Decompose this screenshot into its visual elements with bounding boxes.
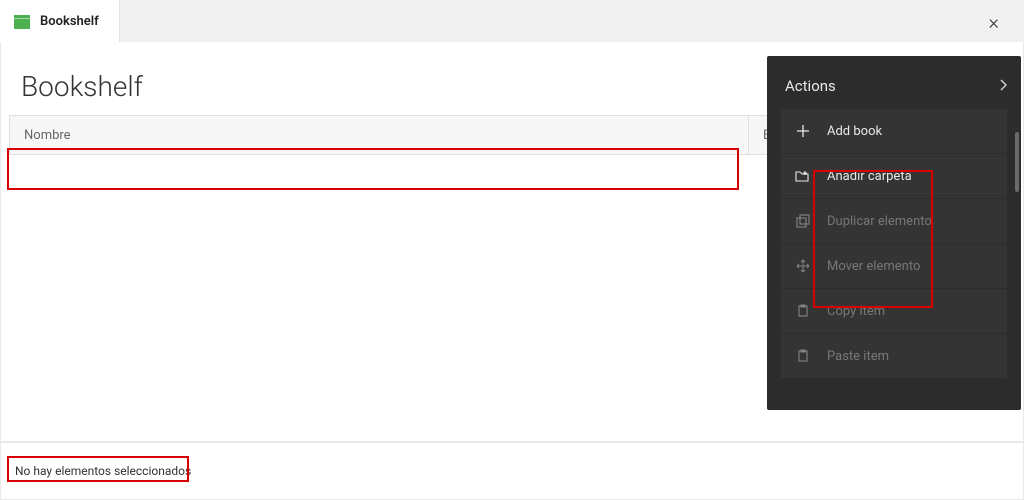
paste-icon [795, 348, 811, 364]
folder-plus-icon [795, 168, 811, 184]
action-label: Duplicar elemento [827, 214, 932, 229]
action-label: Añadir carpeta [827, 169, 912, 184]
copy-icon [795, 303, 811, 319]
chevron-right-icon [999, 76, 1007, 95]
action-label: Paste item [827, 349, 889, 364]
scrollbar[interactable] [1015, 132, 1019, 192]
action-copy: Copy item [781, 289, 1007, 333]
move-icon [795, 258, 811, 274]
plus-icon [795, 123, 811, 139]
action-duplicate: Duplicar elemento [781, 199, 1007, 243]
action-label: Copy item [827, 304, 885, 319]
action-label: Add book [827, 124, 882, 139]
duplicate-icon [795, 213, 811, 229]
column-header-name[interactable]: Nombre [10, 128, 748, 143]
status-text: No hay elementos seleccionados [15, 464, 191, 478]
actions-header[interactable]: Actions [767, 56, 1021, 109]
tab-bar: Bookshelf × [0, 0, 1024, 42]
action-label: Mover elemento [827, 259, 920, 274]
actions-title: Actions [785, 77, 836, 95]
page-title: Bookshelf [21, 70, 143, 103]
status-bar: No hay elementos seleccionados [0, 442, 1024, 500]
close-icon[interactable]: × [989, 12, 999, 32]
tab-title: Bookshelf [40, 14, 99, 29]
actions-panel: Actions Add book Añadir carpeta Duplicar… [767, 56, 1021, 410]
actions-list: Add book Añadir carpeta Duplicar element… [767, 109, 1021, 378]
tab-bookshelf[interactable]: Bookshelf [0, 0, 120, 42]
action-paste: Paste item [781, 334, 1007, 378]
action-add-book[interactable]: Add book [781, 109, 1007, 153]
action-move: Mover elemento [781, 244, 1007, 288]
app-icon [14, 14, 30, 28]
action-add-folder[interactable]: Añadir carpeta [781, 154, 1007, 198]
